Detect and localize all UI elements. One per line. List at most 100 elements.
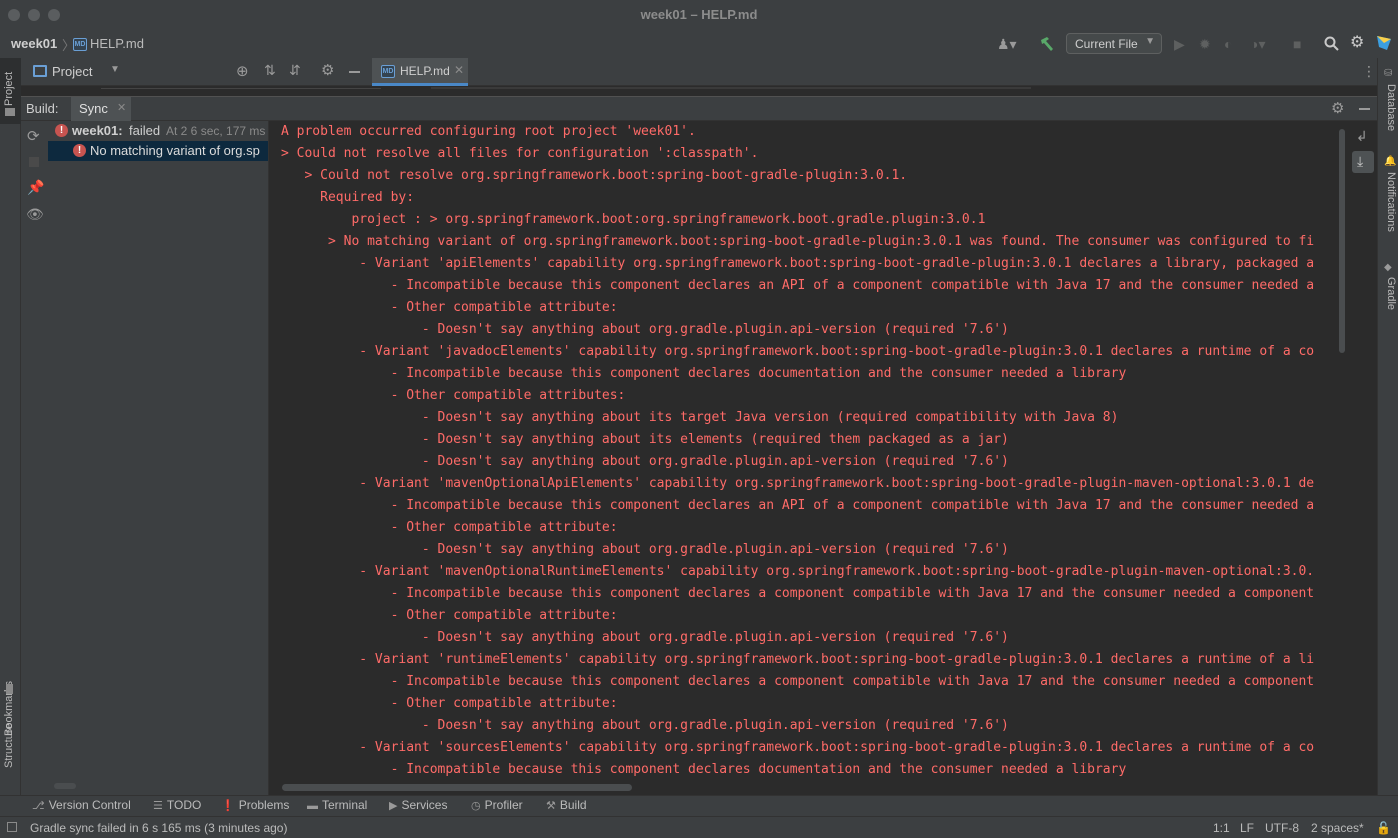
project-panel-title[interactable]: Project	[52, 64, 92, 79]
console-line: - Other compatible attribute:	[281, 608, 618, 623]
scroll-to-end-icon: ⤓	[1357, 153, 1364, 169]
user-icon[interactable]: ♟▾	[997, 37, 1017, 51]
status-bar: Gradle sync failed in 6 s 165 ms (3 minu…	[0, 816, 1398, 838]
terminal-icon: ▬	[307, 800, 318, 812]
todo-icon: ☰	[153, 800, 163, 812]
run-configuration-label: Current File	[1075, 37, 1138, 51]
project-tool-label[interactable]: Project	[3, 72, 15, 106]
indent-setting[interactable]: 2 spaces*	[1311, 821, 1364, 835]
tool-label: Profiler	[484, 798, 523, 812]
console-line: - Doesn't say anything about its target …	[281, 410, 1119, 425]
notifications-tool-label[interactable]: Notifications	[1385, 172, 1397, 232]
markdown-file-icon: MD	[73, 38, 87, 51]
breadcrumb-project[interactable]: week01	[11, 36, 57, 51]
pin-icon[interactable]: 📌	[27, 179, 44, 196]
gear-icon[interactable]: ⚙	[321, 61, 334, 79]
chevron-down-icon[interactable]: ▼	[110, 64, 120, 75]
tab-sync[interactable]: Sync ✕	[71, 97, 131, 121]
scroll-to-end-button[interactable]: ⤓	[1352, 151, 1374, 173]
console-line: project : > org.springframework.boot:org…	[281, 212, 986, 227]
settings-gear-icon[interactable]: ⚙	[1350, 35, 1364, 51]
tab-label: HELP.md	[400, 64, 450, 78]
sync-refresh-icon[interactable]: ⟳	[27, 127, 40, 145]
console-line: - Doesn't say anything about org.gradle.…	[281, 630, 1009, 645]
left-tool-strip: Project Bookmarks Structure	[0, 58, 21, 795]
eye-icon[interactable]: 👁	[26, 206, 44, 223]
stop-icon[interactable]	[29, 157, 39, 167]
tree-root-label: week01:	[72, 123, 123, 138]
tool-terminal[interactable]: ▬ Terminal	[307, 798, 367, 812]
expand-all-icon[interactable]: ⇅	[264, 62, 276, 79]
breadcrumb-file[interactable]: HELP.md	[90, 36, 144, 51]
vcs-icon: ⎇	[32, 800, 45, 812]
console-line: - Other compatible attribute:	[281, 300, 618, 315]
tool-label: Problems	[238, 798, 290, 812]
console-line: - Other compatible attribute:	[281, 696, 618, 711]
console-line: > Could not resolve all files for config…	[281, 146, 759, 161]
tool-services[interactable]: ▶ Services	[389, 798, 447, 812]
tool-version-control[interactable]: ⎇ Version Control	[32, 798, 131, 812]
build-hammer-icon[interactable]	[1039, 36, 1055, 54]
tool-build[interactable]: ⚒ Build	[546, 798, 587, 812]
console-vertical-scrollbar[interactable]	[1339, 129, 1345, 353]
coverage-icon[interactable]: ◐	[1224, 37, 1232, 51]
tool-profiler[interactable]: ◷ Profiler	[471, 798, 523, 812]
build-title: Build:	[26, 101, 59, 116]
hide-panel-icon[interactable]	[1359, 108, 1370, 110]
tool-label: TODO	[166, 798, 202, 812]
toggle-tool-windows-icon[interactable]	[7, 822, 17, 832]
bottom-tool-bar: ⎇ Version Control ☰ TODO ❗ Problems ▬ Termin…	[0, 795, 1398, 816]
console-line: > No matching variant of org.springframe…	[281, 234, 1315, 249]
problems-icon: ❗	[221, 800, 235, 812]
hide-panel-icon[interactable]	[349, 71, 360, 73]
lock-icon[interactable]: 🔓	[1376, 821, 1391, 835]
bookmark-icon	[6, 684, 13, 694]
tab-help-md[interactable]: MD HELP.md ✕	[372, 58, 468, 86]
tool-todo[interactable]: ☰ TODO	[153, 798, 201, 812]
console-line: - Variant 'javadocElements' capability o…	[281, 344, 1315, 359]
gear-icon[interactable]: ⚙	[1331, 99, 1344, 117]
status-message[interactable]: Gradle sync failed in 6 s 165 ms (3 minu…	[30, 821, 287, 835]
tree-error-label: No matching variant of org.sp	[90, 143, 260, 158]
close-tab-icon[interactable]: ✕	[454, 63, 464, 77]
more-options-icon[interactable]: ⋮	[1362, 63, 1376, 80]
tool-label: Services	[401, 798, 448, 812]
caret-position[interactable]: 1:1	[1213, 821, 1230, 835]
database-tool-label[interactable]: Database	[1385, 84, 1397, 131]
markdown-file-icon: MD	[381, 65, 395, 78]
error-icon: !	[55, 124, 68, 137]
soft-wrap-icon[interactable]: ↲	[1356, 128, 1368, 145]
debug-icon[interactable]: ✹	[1199, 37, 1211, 51]
right-tool-strip: ⛁ Database 🔔 Notifications ◆ Gradle	[1377, 58, 1398, 795]
run-icon[interactable]: ▶	[1174, 37, 1185, 51]
close-tab-icon[interactable]: ✕	[117, 101, 126, 114]
navigation-bar: week01 〉 MD HELP.md ♟▾	[0, 30, 1398, 58]
jetbrains-logo-icon[interactable]	[1376, 35, 1392, 53]
console-line: - Incompatible because this component de…	[281, 586, 1315, 601]
profile-icon[interactable]: ◑▾	[1250, 37, 1265, 51]
editor-tab-bar: MD HELP.md ✕ ⋮	[370, 58, 1377, 86]
run-configuration-select[interactable]: Current File ▼	[1066, 33, 1162, 54]
line-separator[interactable]: LF	[1240, 821, 1254, 835]
search-icon[interactable]	[1324, 36, 1339, 53]
console-line: - Incompatible because this component de…	[281, 278, 1315, 293]
console-line: - Doesn't say anything about org.gradle.…	[281, 322, 1009, 337]
locate-icon[interactable]: ⊕	[236, 62, 249, 80]
stop-icon[interactable]: ■	[1293, 37, 1301, 51]
file-encoding[interactable]: UTF-8	[1265, 821, 1299, 835]
structure-tool-label[interactable]: Structure	[3, 723, 15, 768]
console-line: - Doesn't say anything about org.gradle.…	[281, 454, 1009, 469]
build-console[interactable]: A problem occurred configuring root proj…	[270, 121, 1336, 779]
tree-row-root[interactable]: ! week01: failed At 2 6 sec, 177 ms	[48, 121, 268, 141]
build-tool-header: Build: Sync ✕ ⚙	[21, 96, 1377, 121]
console-horizontal-scrollbar[interactable]	[282, 784, 632, 791]
collapse-all-icon[interactable]: ⇵	[289, 62, 301, 79]
gradle-tool-label[interactable]: Gradle	[1385, 277, 1397, 310]
console-line: Required by:	[281, 190, 415, 205]
tree-row-error[interactable]: ! No matching variant of org.sp	[48, 141, 268, 161]
console-line: - Variant 'runtimeElements' capability o…	[281, 652, 1315, 667]
tree-horizontal-scrollbar[interactable]	[54, 783, 76, 789]
console-horizontal-scroll-area	[270, 779, 1336, 795]
tool-problems[interactable]: ❗ Problems	[221, 798, 289, 812]
build-toolbar: ⟳ 📌 👁	[21, 121, 48, 795]
